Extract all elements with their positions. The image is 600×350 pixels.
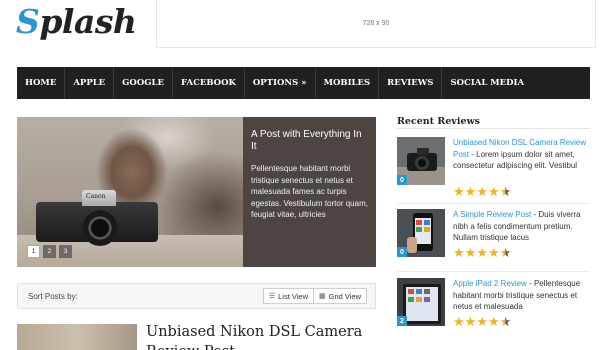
post-title[interactable]: Unbiased Nikon DSL Camera Review Post bbox=[146, 322, 376, 350]
review-comment-badge: 0 bbox=[397, 175, 407, 185]
sort-label: Sort Posts by: bbox=[28, 291, 78, 301]
review-link[interactable]: A Simple Review Post bbox=[453, 210, 531, 219]
star-icon: ★ bbox=[476, 184, 488, 199]
star-icon: ★ bbox=[453, 245, 465, 260]
review-thumbnail[interactable]: 2 bbox=[397, 278, 445, 326]
star-icon: ★ bbox=[487, 245, 500, 260]
review-item: 2 Apple iPad 2 Review - Pellentesque hab… bbox=[397, 278, 590, 336]
slider-title[interactable]: A Post with Everything In It bbox=[251, 129, 368, 153]
post-thumbnail[interactable] bbox=[17, 324, 137, 350]
camera-lens bbox=[82, 210, 118, 246]
site-logo[interactable]: Splash bbox=[16, 2, 137, 41]
nav-item-options[interactable]: OPTIONS » bbox=[245, 67, 316, 99]
view-toggle: ☰ List View ▦ Grid View bbox=[262, 288, 367, 304]
review-rating: ★ ★ ★ ★ ★ bbox=[453, 246, 511, 259]
star-icon: ★ bbox=[464, 184, 477, 199]
camera-illustration: Canon bbox=[26, 182, 160, 248]
sort-bar: Sort Posts by: ☰ List View ▦ Grid View bbox=[17, 283, 376, 309]
nav-item-facebook[interactable]: FACEBOOK bbox=[173, 67, 245, 99]
star-icon: ★ bbox=[487, 184, 500, 199]
half-star-icon: ★ bbox=[499, 314, 512, 329]
review-item: 0 Unbiased Nikon DSL Camera Review Post … bbox=[397, 137, 590, 198]
review-link[interactable]: Apple iPad 2 Review bbox=[453, 279, 527, 288]
review-thumbnail[interactable]: 0 bbox=[397, 209, 445, 257]
star-icon: ★ bbox=[453, 184, 465, 199]
review-excerpt: - Lorem ipsum dolor sit amet, consectetu… bbox=[453, 149, 578, 171]
star-icon: ★ bbox=[464, 245, 477, 260]
slider-excerpt: Pellentesque habitant morbi tristique se… bbox=[251, 164, 368, 219]
review-text: A Simple Review Post - Duis viverra nibh… bbox=[453, 209, 590, 244]
ad-size-label: 728 x 90 bbox=[362, 20, 390, 27]
review-thumbnail[interactable]: 0 bbox=[397, 137, 445, 185]
star-icon: ★ bbox=[476, 314, 488, 329]
star-icon: ★ bbox=[487, 314, 500, 329]
nav-item-reviews[interactable]: REVIEWS bbox=[379, 67, 443, 99]
nav-item-google[interactable]: GOOGLE bbox=[114, 67, 173, 99]
half-star-icon: ★ bbox=[499, 245, 512, 260]
half-star-icon: ★ bbox=[499, 184, 512, 199]
review-text: Apple iPad 2 Review - Pellentesque habit… bbox=[453, 278, 590, 313]
list-view-button[interactable]: ☰ List View bbox=[262, 288, 314, 304]
logo-text: plash bbox=[39, 2, 137, 41]
list-view-label: List View bbox=[278, 291, 308, 301]
sidebar-heading-rule bbox=[397, 128, 590, 129]
ad-banner[interactable]: 728 x 90 bbox=[156, 0, 596, 48]
review-rating: ★ ★ ★ ★ ★ bbox=[453, 185, 511, 198]
review-text: Unbiased Nikon DSL Camera Review Post - … bbox=[453, 137, 590, 172]
review-item: 0 A Simple Review Post - Duis viverra ni… bbox=[397, 209, 590, 267]
page: Splash 728 x 90 HOME APPLE GOOGLE FACEBO… bbox=[0, 0, 600, 350]
nav-item-home[interactable]: HOME bbox=[17, 67, 66, 99]
recent-reviews-heading: Recent Reviews bbox=[397, 116, 481, 127]
review-rating: ★ ★ ★ ★ ★ bbox=[453, 315, 511, 328]
nav-item-social-media[interactable]: SOCIAL MEDIA bbox=[442, 67, 532, 99]
review-comment-badge: 2 bbox=[397, 316, 407, 326]
slider-caption: A Post with Everything In It Pellentesqu… bbox=[243, 117, 376, 267]
grid-view-button[interactable]: ▦ Grid View bbox=[314, 288, 367, 304]
grid-view-label: Grid View bbox=[328, 291, 361, 301]
grid-icon: ▦ bbox=[319, 293, 326, 300]
list-icon: ☰ bbox=[268, 293, 276, 300]
nav-item-apple[interactable]: APPLE bbox=[65, 67, 115, 99]
review-comment-badge: 0 bbox=[397, 247, 407, 257]
nav-item-mobiles[interactable]: MOBILES bbox=[316, 67, 380, 99]
star-icon: ★ bbox=[453, 314, 465, 329]
star-icon: ★ bbox=[476, 245, 488, 260]
camera-brand-label: Canon bbox=[86, 193, 106, 200]
review-divider bbox=[397, 271, 590, 272]
main-nav: HOME APPLE GOOGLE FACEBOOK OPTIONS » MOB… bbox=[17, 67, 590, 99]
star-icon: ★ bbox=[464, 314, 477, 329]
logo-initial: S bbox=[16, 2, 40, 41]
review-divider bbox=[397, 203, 590, 204]
